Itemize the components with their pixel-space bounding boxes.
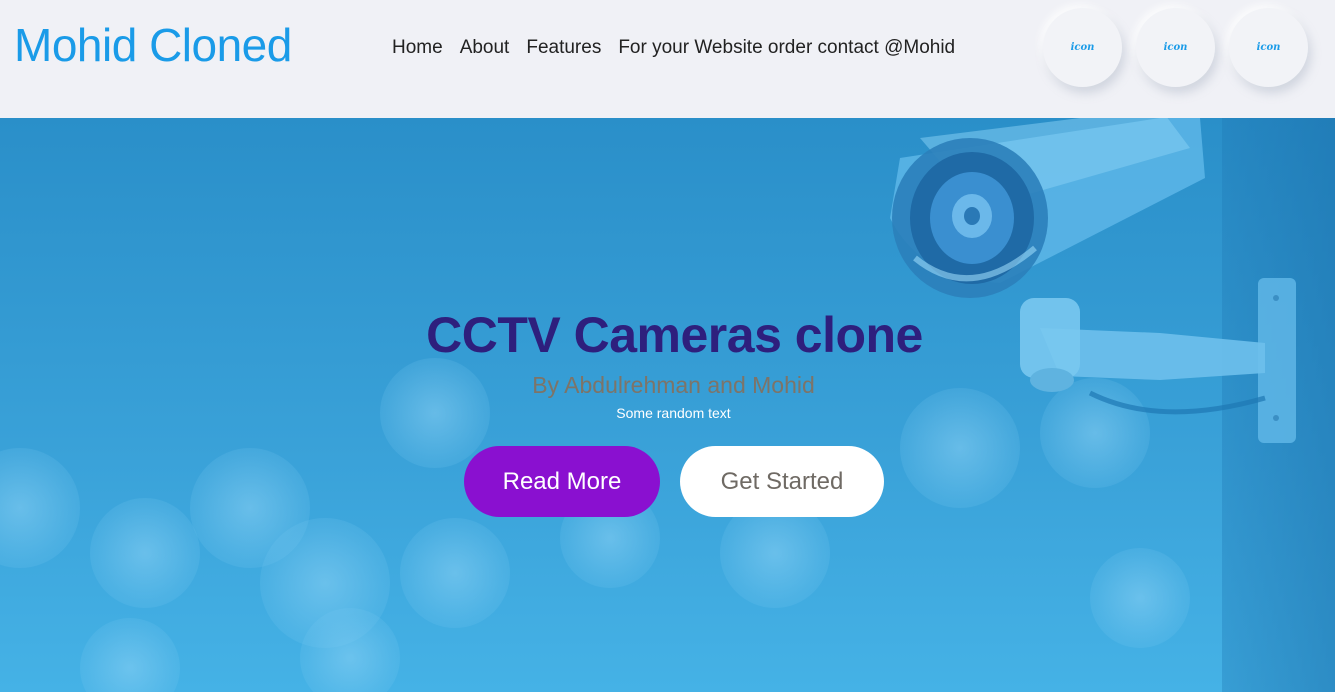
nav-features-link[interactable]: Features — [526, 37, 601, 59]
hero-button-group: Read More Get Started — [464, 446, 884, 517]
icon-button-3[interactable]: icon — [1229, 8, 1308, 87]
bokeh-light — [1090, 548, 1190, 648]
hero-content: CCTV Cameras clone By Abdulrehman and Mo… — [0, 306, 1335, 421]
icon-label: icon — [1070, 42, 1095, 53]
main-nav: Home About Features For your Website ord… — [392, 37, 955, 59]
bokeh-light — [80, 618, 180, 692]
icon-button-group: icon icon icon — [1043, 8, 1308, 87]
hero-section: CCTV Cameras clone By Abdulrehman and Mo… — [0, 118, 1335, 692]
icon-button-1[interactable]: icon — [1043, 8, 1122, 87]
icon-label: icon — [1163, 42, 1188, 53]
icon-button-2[interactable]: icon — [1136, 8, 1215, 87]
read-more-button[interactable]: Read More — [464, 446, 660, 517]
hero-small-text: Some random text — [616, 405, 731, 421]
nav-about-link[interactable]: About — [460, 37, 510, 59]
bokeh-light — [90, 498, 200, 608]
hero-subtitle: By Abdulrehman and Mohid — [532, 372, 815, 398]
nav-contact-link[interactable]: For your Website order contact @Mohid — [618, 37, 955, 59]
icon-label: icon — [1256, 42, 1281, 53]
bokeh-light — [0, 448, 80, 568]
bokeh-light — [300, 608, 400, 692]
hero-title: CCTV Cameras clone — [426, 307, 923, 363]
get-started-button[interactable]: Get Started — [680, 446, 884, 517]
bokeh-light — [400, 518, 510, 628]
brand-logo[interactable]: Mohid Cloned — [14, 18, 292, 72]
site-header: Mohid Cloned Home About Features For you… — [0, 0, 1335, 118]
nav-home-link[interactable]: Home — [392, 37, 443, 59]
